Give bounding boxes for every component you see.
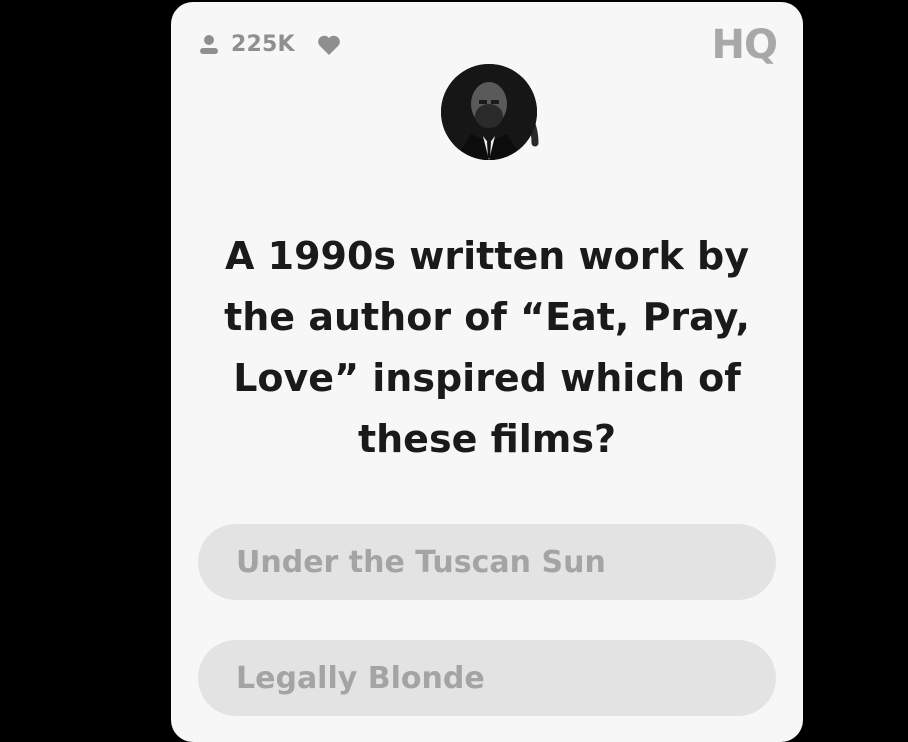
hq-logo: HQ bbox=[711, 22, 778, 68]
viewer-count: 225K bbox=[231, 32, 295, 57]
question-text: A 1990s written work by the author of “E… bbox=[224, 234, 750, 461]
answer-option-1[interactable]: Under the Tuscan Sun bbox=[198, 524, 776, 600]
host-timer bbox=[433, 42, 557, 166]
viewer-bar: 225K bbox=[199, 32, 341, 57]
person-icon bbox=[199, 34, 219, 56]
question-card: 225K HQ A 1990s written work by the auth… bbox=[171, 2, 803, 742]
host-avatar bbox=[441, 64, 537, 160]
heart-icon bbox=[317, 34, 341, 56]
answer-option-2[interactable]: Legally Blonde bbox=[198, 640, 776, 716]
